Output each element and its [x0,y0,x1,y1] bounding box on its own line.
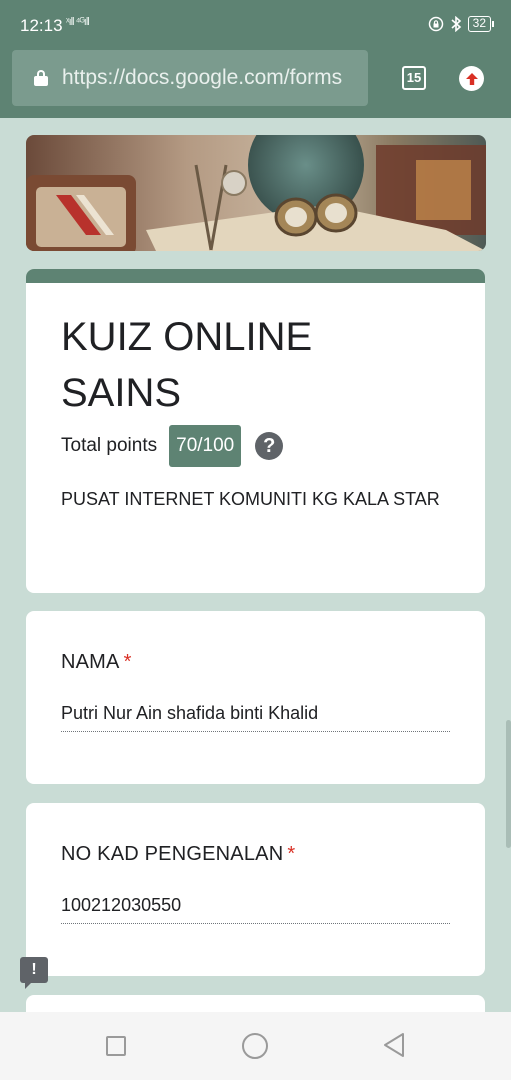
total-points-row: Total points 70/100 ? [61,425,284,467]
home-button[interactable] [242,1033,268,1059]
lock-icon [34,70,48,86]
status-time: 12:13 [20,16,63,35]
form-title-card: KUIZ ONLINE SAINS Total points 70/100 ? … [26,269,485,593]
tab-switcher-button[interactable]: 15 [402,66,426,90]
question-title: NO KAD PENGENALAN * [61,843,295,866]
required-asterisk: * [287,843,296,865]
lock-rotation-icon [428,16,443,32]
recent-apps-button[interactable] [106,1036,126,1056]
question-label: NO KAD PENGENALAN [61,843,284,865]
scrollbar[interactable] [506,720,511,848]
question-card-no-kad-pengenalan: NO KAD PENGENALAN * 100212030550 [26,803,485,976]
status-icons: 32 [428,16,495,32]
back-button[interactable] [382,1032,406,1058]
total-points-label: Total points [61,435,158,456]
question-title: NAMA * [61,651,132,674]
browser-toolbar: https://docs.google.com/forms 15 [0,38,511,118]
answer-field-nama[interactable]: Putri Nur Ain shafida binti Khalid [61,703,450,732]
form-header-image [26,135,486,251]
form-title: KUIZ ONLINE SAINS [61,315,313,415]
report-feedback-icon[interactable]: ! [20,957,48,989]
status-bar: 12:13 ˣıll ⁴ᴳıll 32 [0,0,511,38]
url-text: https://docs.google.com/forms [62,66,343,89]
signal-icon: ˣıll ⁴ᴳıll [66,16,90,28]
question-card-nama: NAMA * Putri Nur Ain shafida binti Khalid [26,611,485,784]
form-description: PUSAT INTERNET KOMUNITI KG KALA STAR [61,489,440,509]
url-bar[interactable]: https://docs.google.com/forms [12,50,368,106]
system-nav-bar [0,1012,511,1080]
update-icon[interactable] [459,66,484,91]
help-icon[interactable]: ? [255,432,284,460]
battery-icon: 32 [467,16,495,32]
question-label: NAMA [61,651,120,673]
bluetooth-icon [451,16,461,32]
theme-strip [26,269,485,283]
answer-field-ic-number[interactable]: 100212030550 [61,895,450,924]
score-badge: 70/100 [169,425,242,467]
required-asterisk: * [123,651,132,673]
